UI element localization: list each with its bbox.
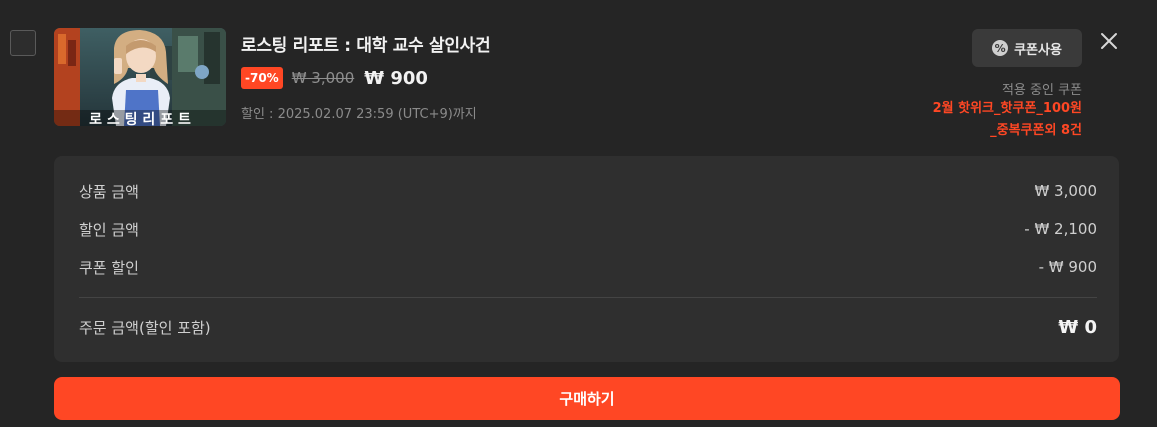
summary-row-discount: 할인 금액 - ₩ 2,100 xyxy=(79,218,1097,240)
applied-coupon-line-1: 2월 핫위크_핫쿠폰_100원 xyxy=(932,101,1082,116)
summary-value: - ₩ 2,100 xyxy=(1024,220,1097,238)
thumbnail-title-text: 로 스 팅 리 포 트 xyxy=(89,111,191,126)
summary-label: 할인 금액 xyxy=(79,220,139,239)
original-price: ₩ 3,000 xyxy=(291,69,355,87)
discount-badge: -70% xyxy=(241,67,283,89)
item-title[interactable]: 로스팅 리포트 : 대학 교수 살인사건 xyxy=(241,31,491,56)
coupon-percent-icon: % xyxy=(992,40,1009,56)
order-summary-panel: 상품 금액 ₩ 3,000 할인 금액 - ₩ 2,100 쿠폰 할인 - ₩ … xyxy=(54,156,1119,362)
total-label: 주문 금액(할인 포함) xyxy=(79,318,211,337)
total-value: ₩ 0 xyxy=(1058,316,1097,338)
use-coupon-label: 쿠폰사용 xyxy=(1014,42,1062,58)
use-coupon-button[interactable]: % 쿠폰사용 xyxy=(972,29,1082,67)
summary-label: 상품 금액 xyxy=(79,182,139,201)
summary-row-coupon-discount: 쿠폰 할인 - ₩ 900 xyxy=(79,256,1097,278)
summary-row-total: 주문 금액(할인 포함) ₩ 0 xyxy=(79,316,1097,338)
summary-divider xyxy=(79,297,1097,298)
close-icon[interactable] xyxy=(1096,28,1122,54)
discount-deadline: 할인 : 2025.02.07 23:59 (UTC+9)까지 xyxy=(241,107,477,122)
applied-coupon-label: 적용 중인 쿠폰 xyxy=(1001,83,1082,98)
summary-label: 쿠폰 할인 xyxy=(79,258,139,277)
summary-value: ₩ 3,000 xyxy=(1034,182,1097,200)
item-thumbnail[interactable]: 로 스 팅 리 포 트 xyxy=(54,28,226,126)
select-item-checkbox[interactable] xyxy=(10,30,36,56)
summary-value: - ₩ 900 xyxy=(1038,258,1097,276)
applied-coupon-line-2: _중복쿠폰외 8건 xyxy=(990,123,1082,138)
price-row: -70% ₩ 3,000 ₩ 900 xyxy=(241,66,428,90)
summary-row-product-price: 상품 금액 ₩ 3,000 xyxy=(79,180,1097,202)
applied-coupon-name: 2월 핫위크_핫쿠폰_100원 _중복쿠폰외 8건 xyxy=(882,98,1082,142)
purchase-button[interactable]: 구매하기 xyxy=(54,377,1120,420)
sale-price: ₩ 900 xyxy=(364,67,428,89)
